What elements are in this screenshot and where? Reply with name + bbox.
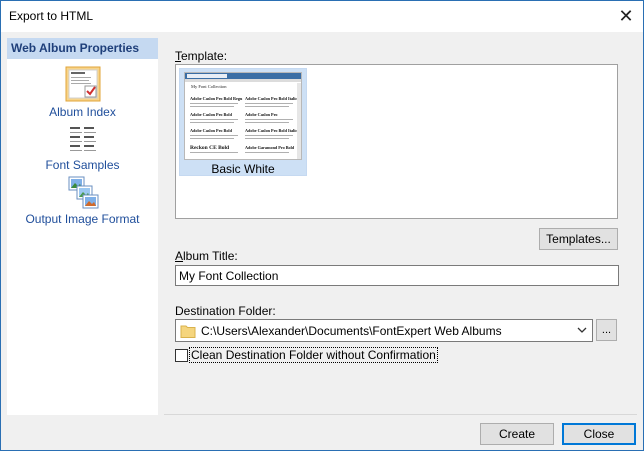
chevron-down-icon[interactable] <box>576 324 588 336</box>
sidebar-item-output-image-format[interactable]: Output Image Format <box>7 176 158 228</box>
sidebar-item-font-samples[interactable]: Font Samples <box>7 124 158 174</box>
album-index-icon <box>65 66 101 102</box>
close-button[interactable]: Close <box>562 423 636 445</box>
template-preview-image: My Font Collection Adobe Caslon Pro Bold… <box>185 73 301 159</box>
create-button[interactable]: Create <box>480 423 554 445</box>
album-title-label: Album Title: <box>175 249 238 263</box>
template-thumbnail: My Font Collection Adobe Caslon Pro Bold… <box>184 72 302 160</box>
svg-text:Reckon CE Bold: Reckon CE Bold <box>190 145 229 151</box>
font-samples-icon <box>68 125 98 155</box>
sidebar-item-album-index[interactable]: Album Index <box>7 66 158 124</box>
sidebar-item-label: Font Samples <box>45 158 120 172</box>
svg-text:Adobe Caslon Pro Bold: Adobe Caslon Pro Bold <box>190 112 233 117</box>
sidebar-item-label: Album Index <box>49 105 116 119</box>
album-title-input[interactable]: My Font Collection <box>175 265 619 286</box>
title-bar: Export to HTML ✕ <box>1 1 643 32</box>
footer-divider <box>164 414 637 415</box>
browse-folder-button[interactable]: ... <box>596 319 617 341</box>
sidebar-header: Web Album Properties <box>7 38 158 59</box>
svg-text:Adobe Caslon Pro Bold Regu: Adobe Caslon Pro Bold Regu <box>190 96 243 101</box>
destination-folder-select[interactable]: C:\Users\Alexander\Documents\FontExpert … <box>175 319 593 342</box>
template-item-basic-white[interactable]: My Font Collection Adobe Caslon Pro Bold… <box>179 68 307 176</box>
close-window-button[interactable]: ✕ <box>609 1 643 32</box>
svg-text:Adobe Caslon Pro: Adobe Caslon Pro <box>245 112 278 117</box>
export-dialog: Export to HTML ✕ Web Album Properties Al… <box>0 0 644 451</box>
svg-text:Adobe Caslon Pro Bold Italic: Adobe Caslon Pro Bold Italic <box>245 128 297 133</box>
window-title: Export to HTML <box>9 9 94 23</box>
output-image-format-icon <box>68 176 99 209</box>
template-list[interactable]: My Font Collection Adobe Caslon Pro Bold… <box>175 64 618 219</box>
thumb-title: My Font Collection <box>191 84 227 89</box>
destination-folder-value: C:\Users\Alexander\Documents\FontExpert … <box>201 324 502 338</box>
clean-folder-checkbox[interactable] <box>175 349 188 362</box>
templates-button[interactable]: Templates... <box>539 228 618 250</box>
svg-text:Adobe Garamond Pro Bold: Adobe Garamond Pro Bold <box>245 145 295 150</box>
svg-text:Adobe Caslon Pro Bold: Adobe Caslon Pro Bold <box>190 128 233 133</box>
folder-icon <box>180 325 196 338</box>
sidebar-item-label: Output Image Format <box>25 212 140 226</box>
destination-folder-label: Destination Folder: <box>175 304 276 318</box>
close-icon: ✕ <box>618 6 634 26</box>
svg-text:Adobe Caslon Pro Bold Italic: Adobe Caslon Pro Bold Italic <box>245 96 297 101</box>
clean-folder-label[interactable]: Clean Destination Folder without Confirm… <box>189 347 438 363</box>
template-caption: Basic White <box>211 162 275 176</box>
template-label: Template: <box>175 49 228 63</box>
properties-sidebar: Web Album Properties Album Index Font Sa… <box>7 38 158 415</box>
